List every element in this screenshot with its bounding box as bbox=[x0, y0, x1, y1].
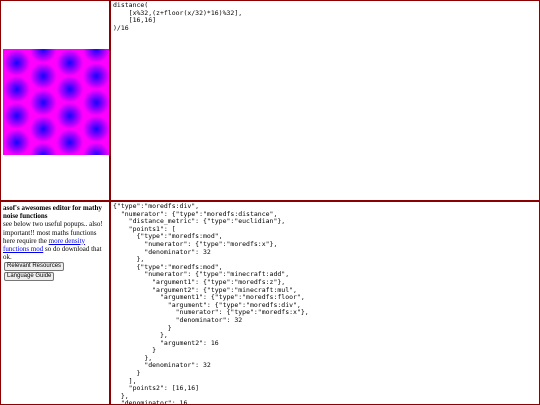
info-panel: asof's awesomes editor for mathy noise f… bbox=[0, 201, 110, 405]
relevant-resources-button[interactable]: Relevant Resources bbox=[4, 262, 65, 272]
editor-title: asof's awesomes editor for mathy noise f… bbox=[3, 204, 102, 221]
json-output-panel: {"type":"moredfs:div", "numerator": {"ty… bbox=[110, 201, 540, 405]
noise-preview-image bbox=[3, 49, 109, 155]
preview-panel bbox=[0, 0, 110, 201]
language-guide-button[interactable]: Language Guide bbox=[4, 272, 55, 282]
json-output-editor[interactable]: {"type":"moredfs:div", "numerator": {"ty… bbox=[111, 202, 539, 404]
formula-panel: distance( [x%32,(z+floor(x/32)*16)%32], … bbox=[110, 0, 540, 201]
formula-editor[interactable]: distance( [x%32,(z+floor(x/32)*16)%32], … bbox=[111, 1, 539, 200]
editor-description: see below two useful popups.. also! impo… bbox=[3, 220, 107, 261]
